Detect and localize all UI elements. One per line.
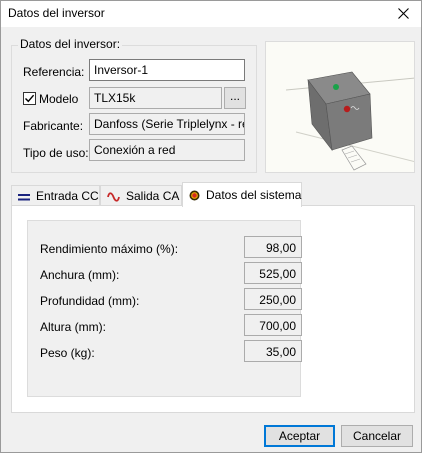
anchura-value: 525,00 bbox=[244, 262, 302, 284]
cancel-button[interactable]: Cancelar bbox=[341, 425, 413, 447]
tipo-uso-label: Tipo de uso: bbox=[23, 146, 89, 160]
modelo-field: TLX15k bbox=[89, 87, 222, 109]
inverter-data-legend: Datos del inversor: bbox=[18, 37, 123, 51]
close-button[interactable] bbox=[385, 1, 421, 27]
window-title: Datos del inversor bbox=[8, 6, 105, 20]
rendimiento-label: Rendimiento máximo (%): bbox=[40, 242, 179, 256]
altura-label: Altura (mm): bbox=[40, 320, 106, 334]
referencia-input[interactable]: Inversor-1 bbox=[89, 59, 245, 81]
green-led-icon bbox=[333, 84, 339, 90]
tipo-uso-field: Conexión a red bbox=[89, 139, 245, 161]
profundidad-value: 250,00 bbox=[244, 288, 302, 310]
profundidad-label: Profundidad (mm): bbox=[40, 294, 140, 308]
modelo-checkbox[interactable] bbox=[23, 92, 36, 105]
system-data-panel: Rendimiento máximo (%): 98,00 Anchura (m… bbox=[11, 205, 415, 413]
inverter-3d-model bbox=[285, 71, 414, 171]
peso-label: Peso (kg): bbox=[40, 346, 95, 360]
title-bar: Datos del inversor bbox=[1, 1, 421, 27]
tab-datos-sistema[interactable]: Datos del sistema bbox=[182, 182, 302, 207]
ac-wave-icon bbox=[107, 192, 120, 202]
peso-value: 35,00 bbox=[244, 340, 302, 362]
tab-datos-sistema-label: Datos del sistema bbox=[206, 188, 302, 202]
browse-model-button[interactable]: ... bbox=[224, 87, 246, 109]
red-led-icon bbox=[343, 105, 351, 113]
modelo-label: Modelo bbox=[39, 92, 79, 106]
fabricante-label: Fabricante: bbox=[23, 119, 84, 133]
checkmark-icon bbox=[25, 94, 35, 103]
system-record-icon bbox=[189, 190, 200, 201]
referencia-label: Referencia: bbox=[23, 65, 85, 79]
inverter-3d-preview bbox=[265, 41, 415, 173]
altura-value: 700,00 bbox=[244, 314, 302, 336]
dc-icon bbox=[18, 193, 30, 201]
tab-salida-ca[interactable]: Salida CA bbox=[100, 185, 182, 206]
anchura-label: Anchura (mm): bbox=[40, 268, 120, 282]
fabricante-field: Danfoss (Serie Triplelynx - red) bbox=[89, 113, 245, 135]
inverter-dialog: Datos del inversor Datos del inversor: R… bbox=[0, 0, 422, 453]
tab-entrada-cc-label: Entrada CC bbox=[36, 189, 99, 203]
accept-button[interactable]: Aceptar bbox=[264, 425, 335, 447]
rendimiento-value: 98,00 bbox=[244, 236, 302, 258]
tab-entrada-cc[interactable]: Entrada CC bbox=[11, 185, 100, 206]
system-data-box: Rendimiento máximo (%): 98,00 Anchura (m… bbox=[27, 220, 302, 397]
close-icon bbox=[397, 8, 409, 19]
tab-salida-ca-label: Salida CA bbox=[126, 189, 180, 203]
